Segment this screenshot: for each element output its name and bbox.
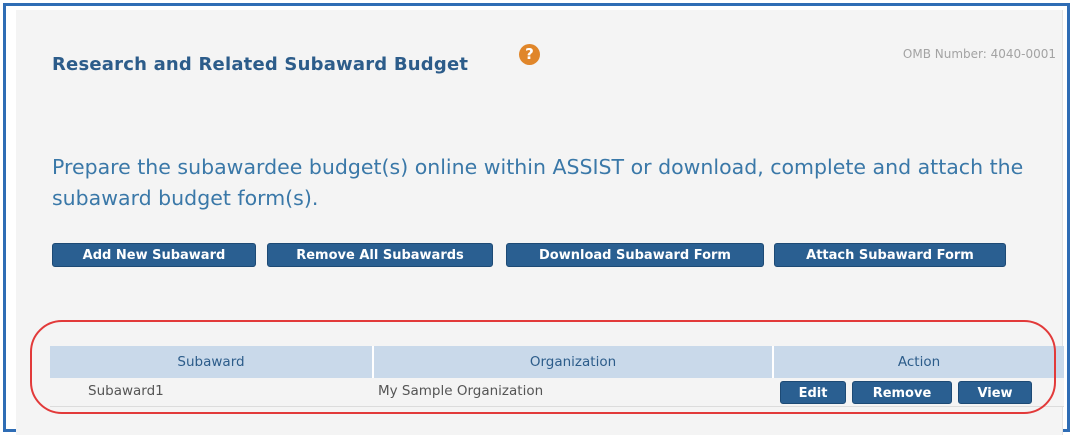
action-cell: Edit Remove View	[774, 378, 1064, 406]
window-frame: Research and Related Subaward Budget ? O…	[3, 3, 1070, 435]
remove-button[interactable]: Remove	[852, 380, 952, 404]
help-icon[interactable]: ?	[519, 44, 540, 65]
subaward-table: Subaward Organization Action Subaward1 M…	[50, 346, 1064, 407]
column-header-organization: Organization	[374, 346, 774, 378]
organization-cell: My Sample Organization	[378, 383, 544, 399]
add-new-subaward-button[interactable]: Add New Subaward	[52, 243, 256, 267]
column-header-subaward: Subaward	[50, 346, 374, 378]
table-header: Subaward Organization Action	[50, 346, 1064, 378]
subaward-name-cell: Subaward1	[88, 383, 164, 399]
view-button[interactable]: View	[958, 380, 1032, 404]
download-subaward-form-button[interactable]: Download Subaward Form	[506, 243, 764, 267]
remove-all-subawards-button[interactable]: Remove All Subawards	[267, 243, 493, 267]
attach-subaward-form-button[interactable]: Attach Subaward Form	[774, 243, 1006, 267]
page-title: Research and Related Subaward Budget	[52, 54, 469, 75]
instructions-text: Prepare the subawardee budget(s) online …	[52, 155, 1024, 210]
column-header-action: Action	[897, 354, 941, 370]
table-row: Subaward1 My Sample Organization Edit Re…	[50, 378, 1064, 407]
omb-number: OMB Number: 4040-0001	[902, 47, 1056, 61]
edit-button[interactable]: Edit	[780, 380, 846, 404]
form-panel: Research and Related Subaward Budget ? O…	[16, 10, 1064, 435]
